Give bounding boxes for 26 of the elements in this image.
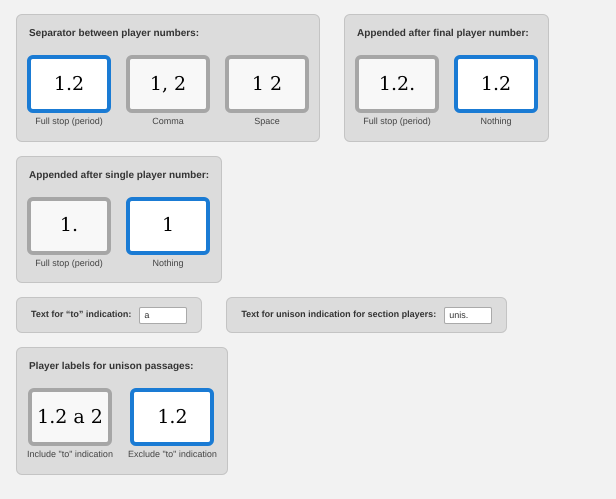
option-label: Include "to" indication <box>27 448 113 461</box>
option-label: Comma <box>152 115 184 128</box>
option-card[interactable]: 1, 2 <box>126 55 210 113</box>
option-card[interactable]: 1.2 <box>454 55 538 113</box>
option-card[interactable]: 1. <box>27 196 111 254</box>
option-label: Nothing <box>480 115 512 128</box>
option-label: Full stop (period) <box>363 115 431 128</box>
option-label: Space <box>254 115 280 128</box>
option-card[interactable]: 1.2 a 2 <box>28 388 112 446</box>
text-input[interactable]: unis. <box>444 306 492 324</box>
panel-title: Player labels for unison passages: <box>28 360 195 374</box>
panel-title: Appended after single player number: <box>28 168 210 182</box>
field-label: Text for unison indication for section players: <box>241 308 436 322</box>
panel-title: Separator between player numbers: <box>28 27 200 41</box>
panel-title: Appended after final player number: <box>356 27 530 41</box>
option-label: Nothing <box>152 256 184 270</box>
option-label: Full stop (period) <box>35 256 103 270</box>
option-card[interactable]: 1.2 <box>27 55 111 113</box>
option-label: Full stop (period) <box>35 115 103 128</box>
option-card[interactable]: 1.2 <box>130 388 214 446</box>
field-label: Text for “to” indication: <box>31 308 132 322</box>
option-label: Exclude "to" indication <box>128 448 217 461</box>
option-card[interactable]: 1 2 <box>225 55 309 113</box>
option-card[interactable]: 1.2. <box>355 55 439 113</box>
text-input[interactable]: a <box>139 306 188 324</box>
option-card[interactable]: 1 <box>126 196 210 254</box>
